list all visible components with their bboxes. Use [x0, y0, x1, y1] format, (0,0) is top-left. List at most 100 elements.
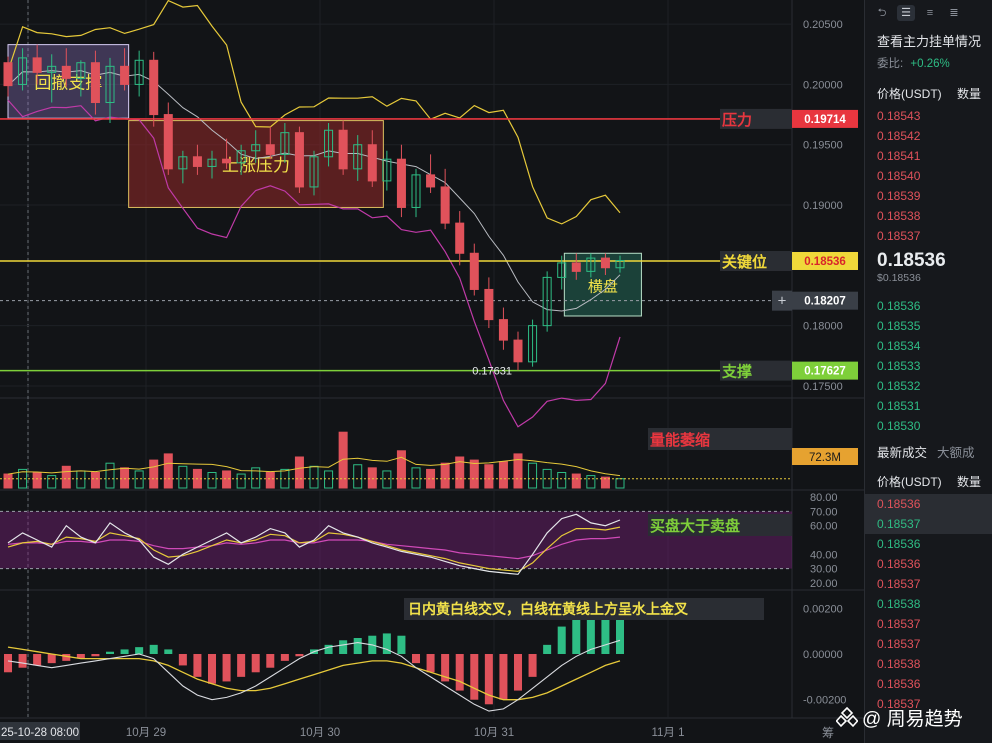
- trade-row[interactable]: 0.18536: [865, 534, 992, 554]
- candle-body: [484, 288, 494, 321]
- tab-large-trades[interactable]: 大额成: [937, 442, 975, 461]
- macd-hist-bar: [543, 644, 552, 654]
- book-both-icon[interactable]: ☰: [897, 5, 915, 21]
- macd-hist-bar: [222, 654, 231, 682]
- volume-bar: [3, 473, 13, 489]
- watermark-logo-icon: [836, 706, 858, 728]
- ratio-value: +0.26%: [910, 58, 950, 70]
- candle-body: [513, 339, 523, 363]
- x-tick-label: 25-10-28 08:00: [1, 727, 79, 739]
- macd-hist-bar: [339, 640, 348, 654]
- ask-row[interactable]: 0.18541: [865, 146, 992, 166]
- candle-body: [265, 144, 275, 155]
- trade-row[interactable]: 0.18537: [865, 574, 992, 594]
- trade-row[interactable]: 0.18537: [865, 634, 992, 654]
- candle-body: [600, 257, 610, 269]
- ask-row[interactable]: 0.18543: [865, 106, 992, 126]
- candle-body: [61, 65, 71, 79]
- macd-hist-bar: [105, 651, 115, 654]
- candle-body: [90, 62, 100, 104]
- candle-body: [367, 144, 377, 182]
- volume-bar: [163, 453, 173, 489]
- bid-row[interactable]: 0.18536: [865, 296, 992, 316]
- asks-list: 0.18543 0.18542 0.18541 0.18540 0.18539 0.185…: [865, 106, 992, 246]
- volume-bar: [440, 462, 450, 489]
- volume-bar: [32, 472, 42, 489]
- crosshair-plus-icon: +: [778, 293, 787, 310]
- trades-col-qty: 数量: [956, 475, 981, 489]
- candle-body: [498, 319, 508, 341]
- bid-row[interactable]: 0.18530: [865, 416, 992, 436]
- ask-row[interactable]: 0.18542: [865, 126, 992, 146]
- back-icon[interactable]: ⮌: [873, 5, 891, 21]
- volume-bar: [120, 467, 130, 489]
- volume-bar: [484, 464, 494, 489]
- volume-panel-label: 量能萎缩: [650, 431, 710, 449]
- volume-bar: [149, 459, 159, 489]
- bid-row[interactable]: 0.18533: [865, 356, 992, 376]
- trade-row[interactable]: 0.18537: [865, 614, 992, 634]
- chart-area[interactable]: 0.20500 0.20000 0.19500 0.19000 0.18000 0.175…: [0, 0, 864, 743]
- bids-list: 0.18536 0.18535 0.18534 0.18533 0.18532 0.185…: [865, 296, 992, 436]
- book-asks-icon[interactable]: ≡: [921, 5, 939, 21]
- macd-hist-bar: [353, 638, 362, 654]
- macd-tick-label: -0.00200: [803, 695, 846, 707]
- ask-row[interactable]: 0.18539: [865, 186, 992, 206]
- volume-bar: [265, 472, 275, 489]
- price-tick-label: 0.17500: [803, 381, 843, 393]
- level-price-label: 0.18536: [804, 256, 846, 268]
- trade-row[interactable]: 0.18538: [865, 594, 992, 614]
- macd-hist-bar: [397, 635, 406, 654]
- candle-body: [396, 158, 406, 208]
- bid-row[interactable]: 0.18531: [865, 396, 992, 416]
- bid-row[interactable]: 0.18532: [865, 376, 992, 396]
- macd-hist-bar: [615, 615, 625, 654]
- macd-hist-bar: [120, 649, 129, 654]
- last-price-block[interactable]: 0.18536 $0.18536: [865, 246, 992, 296]
- ask-row[interactable]: 0.18537: [865, 226, 992, 246]
- trades-header: 价格(USDT) 数量: [865, 465, 992, 494]
- level-name-label: 关键位: [722, 253, 767, 271]
- col-qty: 数量: [956, 87, 981, 101]
- book-bids-icon[interactable]: ≣: [945, 5, 963, 21]
- macd-hist-bar: [411, 654, 421, 664]
- volume-bar: [61, 465, 71, 489]
- candle-body: [3, 62, 13, 87]
- orderbook-header: 价格(USDT) 数量: [865, 79, 992, 106]
- macd-hist-bar: [280, 654, 289, 661]
- price-tick-label: 0.18000: [803, 321, 843, 333]
- macd-hist-bar: [295, 654, 304, 657]
- macd-hist-bar: [513, 654, 523, 691]
- rsi-tick-label: 70.00: [810, 506, 838, 518]
- ask-row[interactable]: 0.18540: [865, 166, 992, 186]
- macd-hist-bar: [18, 654, 27, 668]
- trades-col-price: 价格(USDT): [877, 475, 942, 489]
- level-name-label: 压力: [722, 111, 752, 129]
- trade-row[interactable]: 0.18538: [865, 654, 992, 674]
- rsi-tick-label: 60.00: [810, 521, 838, 533]
- macd-hist-bar: [237, 654, 246, 677]
- level-name-label: 支撑: [721, 363, 752, 381]
- trade-row[interactable]: 0.18536: [865, 674, 992, 694]
- volume-bar: [294, 456, 304, 489]
- orderbook-panel: ⮌ ☰ ≡ ≣ 查看主力挂单情况 委比: +0.26% 价格(USDT) 数量 …: [864, 0, 992, 743]
- trade-row[interactable]: 0.18536: [865, 494, 992, 514]
- volume-bar: [222, 470, 232, 489]
- x-tick-label: 10月 31: [474, 727, 514, 739]
- volume-bar: [338, 431, 348, 489]
- bid-row[interactable]: 0.18535: [865, 316, 992, 336]
- macd-hist-bar: [266, 654, 275, 668]
- macd-hist-bar: [178, 654, 187, 666]
- macd-hist-bar: [528, 654, 537, 677]
- orderbook-ratio: 委比: +0.26%: [865, 52, 992, 79]
- chips-tab-label: 筹: [822, 726, 834, 740]
- tab-latest-trades[interactable]: 最新成交: [877, 442, 927, 461]
- macd-hist-bar: [47, 654, 56, 664]
- trade-row[interactable]: 0.18537: [865, 514, 992, 534]
- volume-bar: [469, 459, 479, 489]
- macd-hist-bar: [470, 654, 479, 700]
- level-price-label: 0.17627: [804, 366, 846, 378]
- trade-row[interactable]: 0.18536: [865, 554, 992, 574]
- ask-row[interactable]: 0.18538: [865, 206, 992, 226]
- bid-row[interactable]: 0.18534: [865, 336, 992, 356]
